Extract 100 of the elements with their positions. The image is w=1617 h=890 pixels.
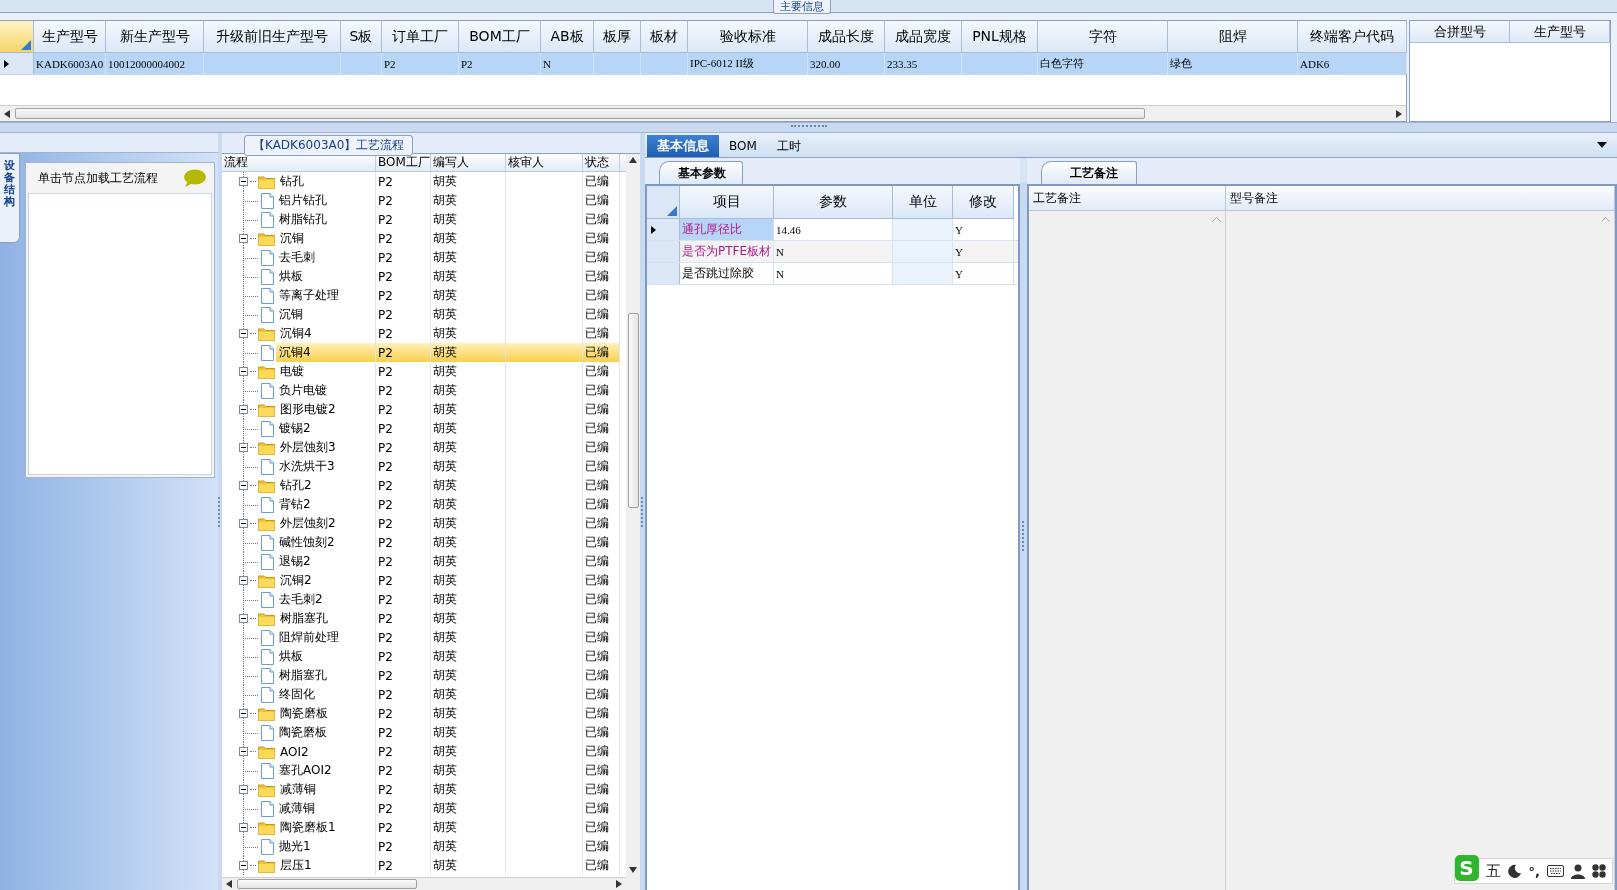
tree-row[interactable]: 退锡2 P2 胡英 已编	[222, 552, 626, 571]
tree-row[interactable]: 背钻2 P2 胡英 已编	[222, 495, 626, 514]
tree-row[interactable]: AOI2 P2 胡英 已编	[222, 742, 626, 761]
tree-row[interactable]: 沉铜 P2 胡英 已编	[222, 229, 626, 248]
tree-row[interactable]: 图形电镀2 P2 胡英 已编	[222, 400, 626, 419]
collapse-icon[interactable]	[239, 177, 248, 186]
table-row[interactable]: 是否跳过除胶 N Y	[647, 263, 1018, 285]
collapse-icon[interactable]	[239, 709, 248, 718]
table-row[interactable]: KADK6003A0 10012000004002 P2 P2 N IPC-6012 II级 320.00 233.35 白色字符 绿色 ADK6	[0, 53, 1406, 75]
tree-row[interactable]: 等离子处理 P2 胡英 已编	[222, 286, 626, 305]
tree-row[interactable]: 树脂塞孔 P2 胡英 已编	[222, 609, 626, 628]
column-header[interactable]: AB板	[541, 21, 594, 53]
collapse-icon[interactable]	[239, 576, 248, 585]
tab[interactable]: 基本参数	[659, 161, 743, 184]
column-header[interactable]: 升级前旧生产型号	[204, 21, 341, 53]
column-header[interactable]: BOM工厂	[459, 21, 541, 53]
collapse-icon[interactable]	[239, 234, 248, 243]
tab[interactable]: 工时	[766, 135, 811, 157]
tree-row[interactable]: 阻焊前处理 P2 胡英 已编	[222, 628, 626, 647]
tree-row[interactable]: 塞孔AOI2 P2 胡英 已编	[222, 761, 626, 780]
column-header[interactable]: 成品宽度	[885, 21, 962, 53]
collapse-icon[interactable]	[239, 747, 248, 756]
column-header[interactable]: 项目	[680, 186, 774, 219]
tree-row[interactable]: 碱性蚀刻2 P2 胡英 已编	[222, 533, 626, 552]
tree-row[interactable]: 外层蚀刻3 P2 胡英 已编	[222, 438, 626, 457]
column-header[interactable]: 订单工厂	[382, 21, 459, 53]
tree-row[interactable]: 电镀 P2 胡英 已编	[222, 362, 626, 381]
column-header[interactable]: 字符	[1038, 21, 1168, 53]
tree-row[interactable]: 树脂钻孔 P2 胡英 已编	[222, 210, 626, 229]
column-header[interactable]: S板	[341, 21, 382, 53]
scroll-left-icon[interactable]	[4, 109, 10, 118]
tree-row[interactable]: 陶瓷磨板1 P2 胡英 已编	[222, 818, 626, 837]
tree-row[interactable]: 镀锡2 P2 胡英 已编	[222, 419, 626, 438]
punctuation-toggle[interactable]: °,	[1528, 863, 1540, 879]
column-header[interactable]: 生产型号	[1510, 21, 1610, 43]
column-header[interactable]: 单位	[893, 186, 953, 219]
column-header[interactable]: 参数	[774, 186, 893, 219]
tree-row[interactable]: 去毛刺2 P2 胡英 已编	[222, 590, 626, 609]
scroll-down-icon[interactable]	[629, 867, 637, 873]
tab[interactable]: 基本信息	[647, 135, 719, 157]
side-tab[interactable]: 设备结构	[0, 153, 20, 243]
scroll-right-icon[interactable]	[616, 880, 622, 888]
column-header[interactable]: 工艺备注	[1029, 186, 1226, 211]
column-header[interactable]: 成品长度	[808, 21, 885, 53]
collapse-icon[interactable]	[239, 823, 248, 832]
tree-row[interactable]: 沉铜4 P2 胡英 已编	[222, 343, 626, 362]
input-mode-toggle[interactable]: 五	[1485, 861, 1501, 881]
column-header[interactable]: BOM工厂	[376, 154, 431, 171]
column-header[interactable]: 阻焊	[1168, 21, 1298, 53]
moon-icon[interactable]	[1507, 864, 1522, 878]
tree-row[interactable]: 沉铜2 P2 胡英 已编	[222, 571, 626, 590]
scroll-right-icon[interactable]	[1396, 109, 1402, 118]
column-header[interactable]: 生产型号	[34, 21, 106, 53]
collapse-icon[interactable]	[239, 443, 248, 452]
column-header[interactable]: 状态	[583, 154, 620, 171]
collapse-icon[interactable]	[239, 481, 248, 490]
tree-row[interactable]: 陶瓷磨板 P2 胡英 已编	[222, 723, 626, 742]
column-header[interactable]: 板材	[641, 21, 688, 53]
column-header[interactable]: 验收标准	[688, 21, 808, 53]
tree-row[interactable]: 去毛刺 P2 胡英 已编	[222, 248, 626, 267]
dropdown-icon[interactable]	[1597, 142, 1607, 148]
tree-row[interactable]: 铝片钻孔 P2 胡英 已编	[222, 191, 626, 210]
tree-row[interactable]: 减薄铜 P2 胡英 已编	[222, 799, 626, 818]
table-row[interactable]: 是否为PTFE板材 N Y	[647, 241, 1018, 263]
tree-row[interactable]: 层压1 P2 胡英 已编	[222, 856, 626, 875]
column-header[interactable]: 新生产型号	[106, 21, 204, 53]
grid-icon[interactable]	[1592, 864, 1606, 878]
tree-row[interactable]: 沉铜 P2 胡英 已编	[222, 305, 626, 324]
tree-row[interactable]: 外层蚀刻2 P2 胡英 已编	[222, 514, 626, 533]
collapse-icon[interactable]	[239, 519, 248, 528]
column-header[interactable]: 流程	[222, 154, 376, 171]
column-header[interactable]: 核审人	[506, 154, 583, 171]
column-header[interactable]: 编写人	[431, 154, 506, 171]
column-header[interactable]: 合拼型号	[1410, 21, 1510, 43]
tree-row[interactable]: 抛光1 P2 胡英 已编	[222, 837, 626, 856]
collapse-icon[interactable]	[239, 861, 248, 870]
tree-row[interactable]: 烘板 P2 胡英 已编	[222, 267, 626, 286]
column-header[interactable]: PNL规格	[962, 21, 1038, 53]
scroll-up-icon[interactable]	[629, 157, 637, 163]
tree-row[interactable]: 树脂塞孔 P2 胡英 已编	[222, 666, 626, 685]
collapse-icon[interactable]	[239, 614, 248, 623]
tree-row[interactable]: 水洗烘干3 P2 胡英 已编	[222, 457, 626, 476]
column-header[interactable]: 板厚	[594, 21, 641, 53]
tree-row[interactable]: 负片电镀 P2 胡英 已编	[222, 381, 626, 400]
collapse-icon[interactable]	[239, 367, 248, 376]
scroll-thumb[interactable]	[15, 108, 1145, 119]
table-row[interactable]: 通孔厚径比 14.46 Y	[647, 219, 1018, 241]
collapse-icon[interactable]	[239, 785, 248, 794]
scroll-left-icon[interactable]	[226, 880, 232, 888]
column-header[interactable]: 终端客户代码	[1298, 21, 1407, 53]
column-header[interactable]: 修改	[953, 186, 1014, 219]
tree-row[interactable]: 钻孔 P2 胡英 已编	[222, 172, 626, 191]
tree-row[interactable]: 钻孔2 P2 胡英 已编	[222, 476, 626, 495]
collapse-icon[interactable]	[239, 329, 248, 338]
horizontal-scrollbar[interactable]	[0, 105, 1406, 121]
user-icon[interactable]	[1571, 863, 1585, 879]
tab[interactable]: BOM	[719, 135, 767, 157]
tree-row[interactable]: 减薄铜 P2 胡英 已编	[222, 780, 626, 799]
tree-row[interactable]: 陶瓷磨板 P2 胡英 已编	[222, 704, 626, 723]
vertical-scrollbar[interactable]	[626, 154, 640, 890]
